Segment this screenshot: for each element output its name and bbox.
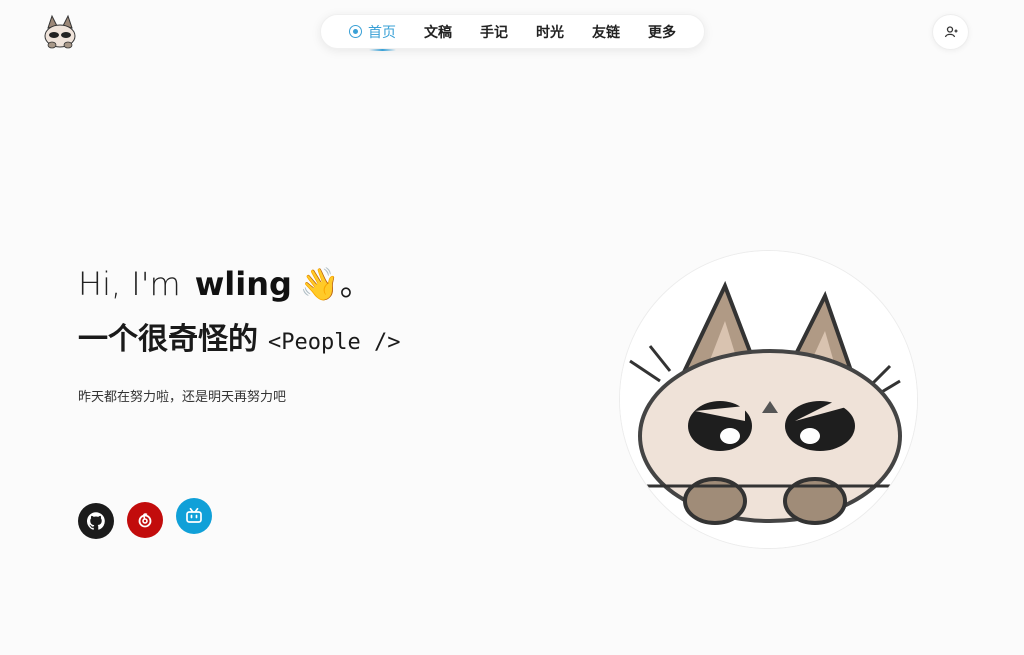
nav-item-more[interactable]: 更多	[648, 22, 676, 42]
hero-tagline: 昨天都在努力啦，还是明天再努力吧	[78, 390, 287, 405]
site-logo[interactable]	[40, 14, 80, 50]
nav-item-label: 首页	[368, 24, 396, 41]
user-plus-icon	[944, 26, 957, 38]
avatar	[619, 250, 918, 549]
nav-item-notes[interactable]: 手记	[480, 22, 508, 42]
page: 首页 文稿 手记 时光 友链 更多 Hi, I'm wling 👋 。 一个很奇…	[0, 0, 1024, 655]
nav-item-friends[interactable]: 友链	[592, 22, 620, 42]
nav-item-home[interactable]: 首页	[349, 22, 396, 51]
main-nav: 首页 文稿 手记 时光 友链 更多	[320, 14, 705, 51]
netease-music-icon	[138, 513, 152, 528]
author-name: wling	[194, 265, 292, 303]
code-tag-text: <People />	[268, 330, 401, 355]
greeting-text: Hi, I'm	[78, 265, 181, 303]
home-dot-icon	[349, 25, 362, 38]
login-button[interactable]	[932, 14, 969, 50]
cat-logo-icon	[44, 14, 76, 49]
bilibili-link[interactable]	[176, 498, 212, 534]
subtitle-text: 一个很奇怪的	[78, 322, 258, 357]
nav-item-label: 文稿	[424, 24, 452, 41]
nav-item-label: 更多	[648, 24, 676, 41]
github-icon	[87, 512, 105, 530]
netease-music-link[interactable]	[127, 502, 163, 538]
wave-icon: 👋	[299, 265, 340, 303]
hero-subtitle: 一个很奇怪的 <People />	[78, 318, 400, 365]
nav-item-timeline[interactable]: 时光	[536, 22, 564, 42]
hero-headline: Hi, I'm wling 👋 。	[78, 262, 372, 306]
github-link[interactable]	[78, 503, 114, 539]
nav-item-posts[interactable]: 文稿	[424, 22, 452, 42]
bilibili-icon	[186, 507, 202, 523]
headline-period: 。	[339, 265, 372, 303]
nav-item-label: 时光	[536, 24, 564, 41]
nav-item-label: 手记	[480, 24, 508, 41]
cat-avatar-icon	[620, 251, 917, 548]
nav-item-label: 友链	[592, 24, 620, 41]
